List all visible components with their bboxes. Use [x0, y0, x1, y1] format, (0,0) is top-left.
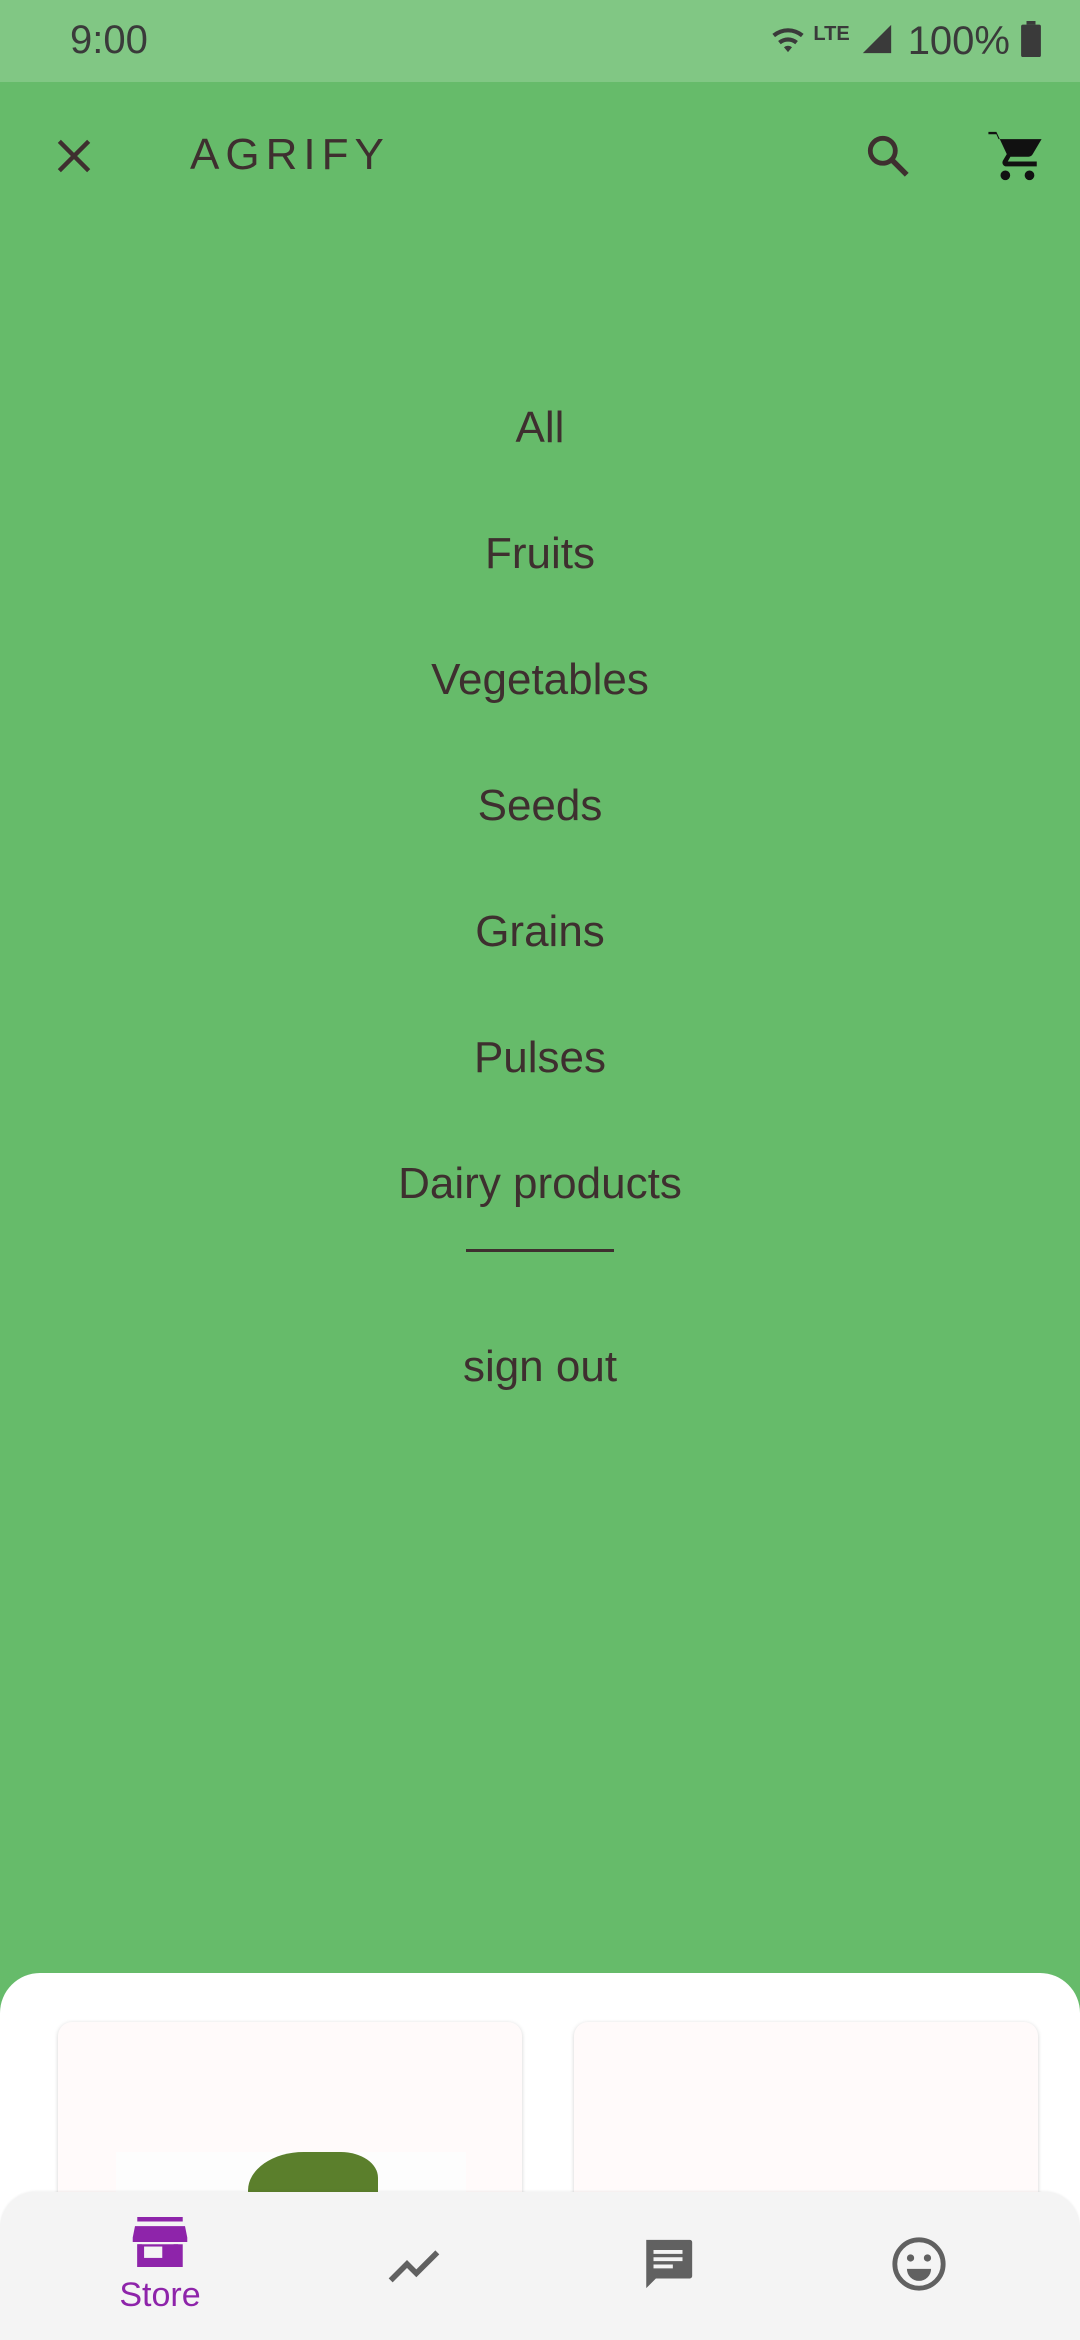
- store-icon: [132, 2217, 188, 2272]
- sign-out-button[interactable]: sign out: [0, 1304, 1080, 1430]
- status-icons: LTE 100%: [769, 16, 1042, 66]
- menu-item-seeds[interactable]: Seeds: [0, 743, 1080, 869]
- wifi-icon: [769, 22, 807, 61]
- menu-item-vegetables[interactable]: Vegetables: [0, 617, 1080, 743]
- battery-percent: 100%: [907, 18, 1010, 63]
- emoji-icon: [890, 2235, 948, 2298]
- nav-item-profile[interactable]: [784, 2192, 1054, 2340]
- cart-icon: [986, 127, 1044, 190]
- nav-label-store: Store: [119, 2276, 201, 2314]
- app-bar: AGRIFY: [0, 82, 1080, 232]
- menu-item-pulses[interactable]: Pulses: [0, 995, 1080, 1121]
- cart-button[interactable]: [974, 118, 1056, 198]
- status-bar: 9:00 LTE 100%: [0, 0, 1080, 82]
- nav-item-store[interactable]: Store: [25, 2192, 295, 2340]
- screen: 9:00 LTE 100% AGRIFY All Fruits Vegetabl…: [0, 0, 1080, 2340]
- trending-icon: [386, 2236, 442, 2297]
- menu-item-dairy-products[interactable]: Dairy products: [0, 1121, 1080, 1247]
- search-button[interactable]: [848, 118, 928, 198]
- nav-item-messages[interactable]: [533, 2192, 803, 2340]
- menu-item-fruits[interactable]: Fruits: [0, 491, 1080, 617]
- menu-item-grains[interactable]: Grains: [0, 869, 1080, 995]
- bottom-navigation: Store: [0, 2192, 1080, 2340]
- app-title: AGRIFY: [190, 130, 390, 179]
- menu-item-all[interactable]: All: [0, 365, 1080, 491]
- signal-icon: [860, 22, 894, 61]
- status-time: 9:00: [70, 18, 148, 62]
- battery-icon: [1020, 20, 1042, 62]
- menu-divider: [466, 1249, 614, 1252]
- close-button[interactable]: [34, 118, 114, 198]
- search-icon: [863, 131, 913, 186]
- network-type: LTE: [813, 22, 850, 45]
- close-icon: [52, 134, 96, 183]
- category-menu: All Fruits Vegetables Seeds Grains Pulse…: [0, 365, 1080, 1430]
- nav-item-trends[interactable]: [279, 2192, 549, 2340]
- chat-icon: [639, 2235, 697, 2298]
